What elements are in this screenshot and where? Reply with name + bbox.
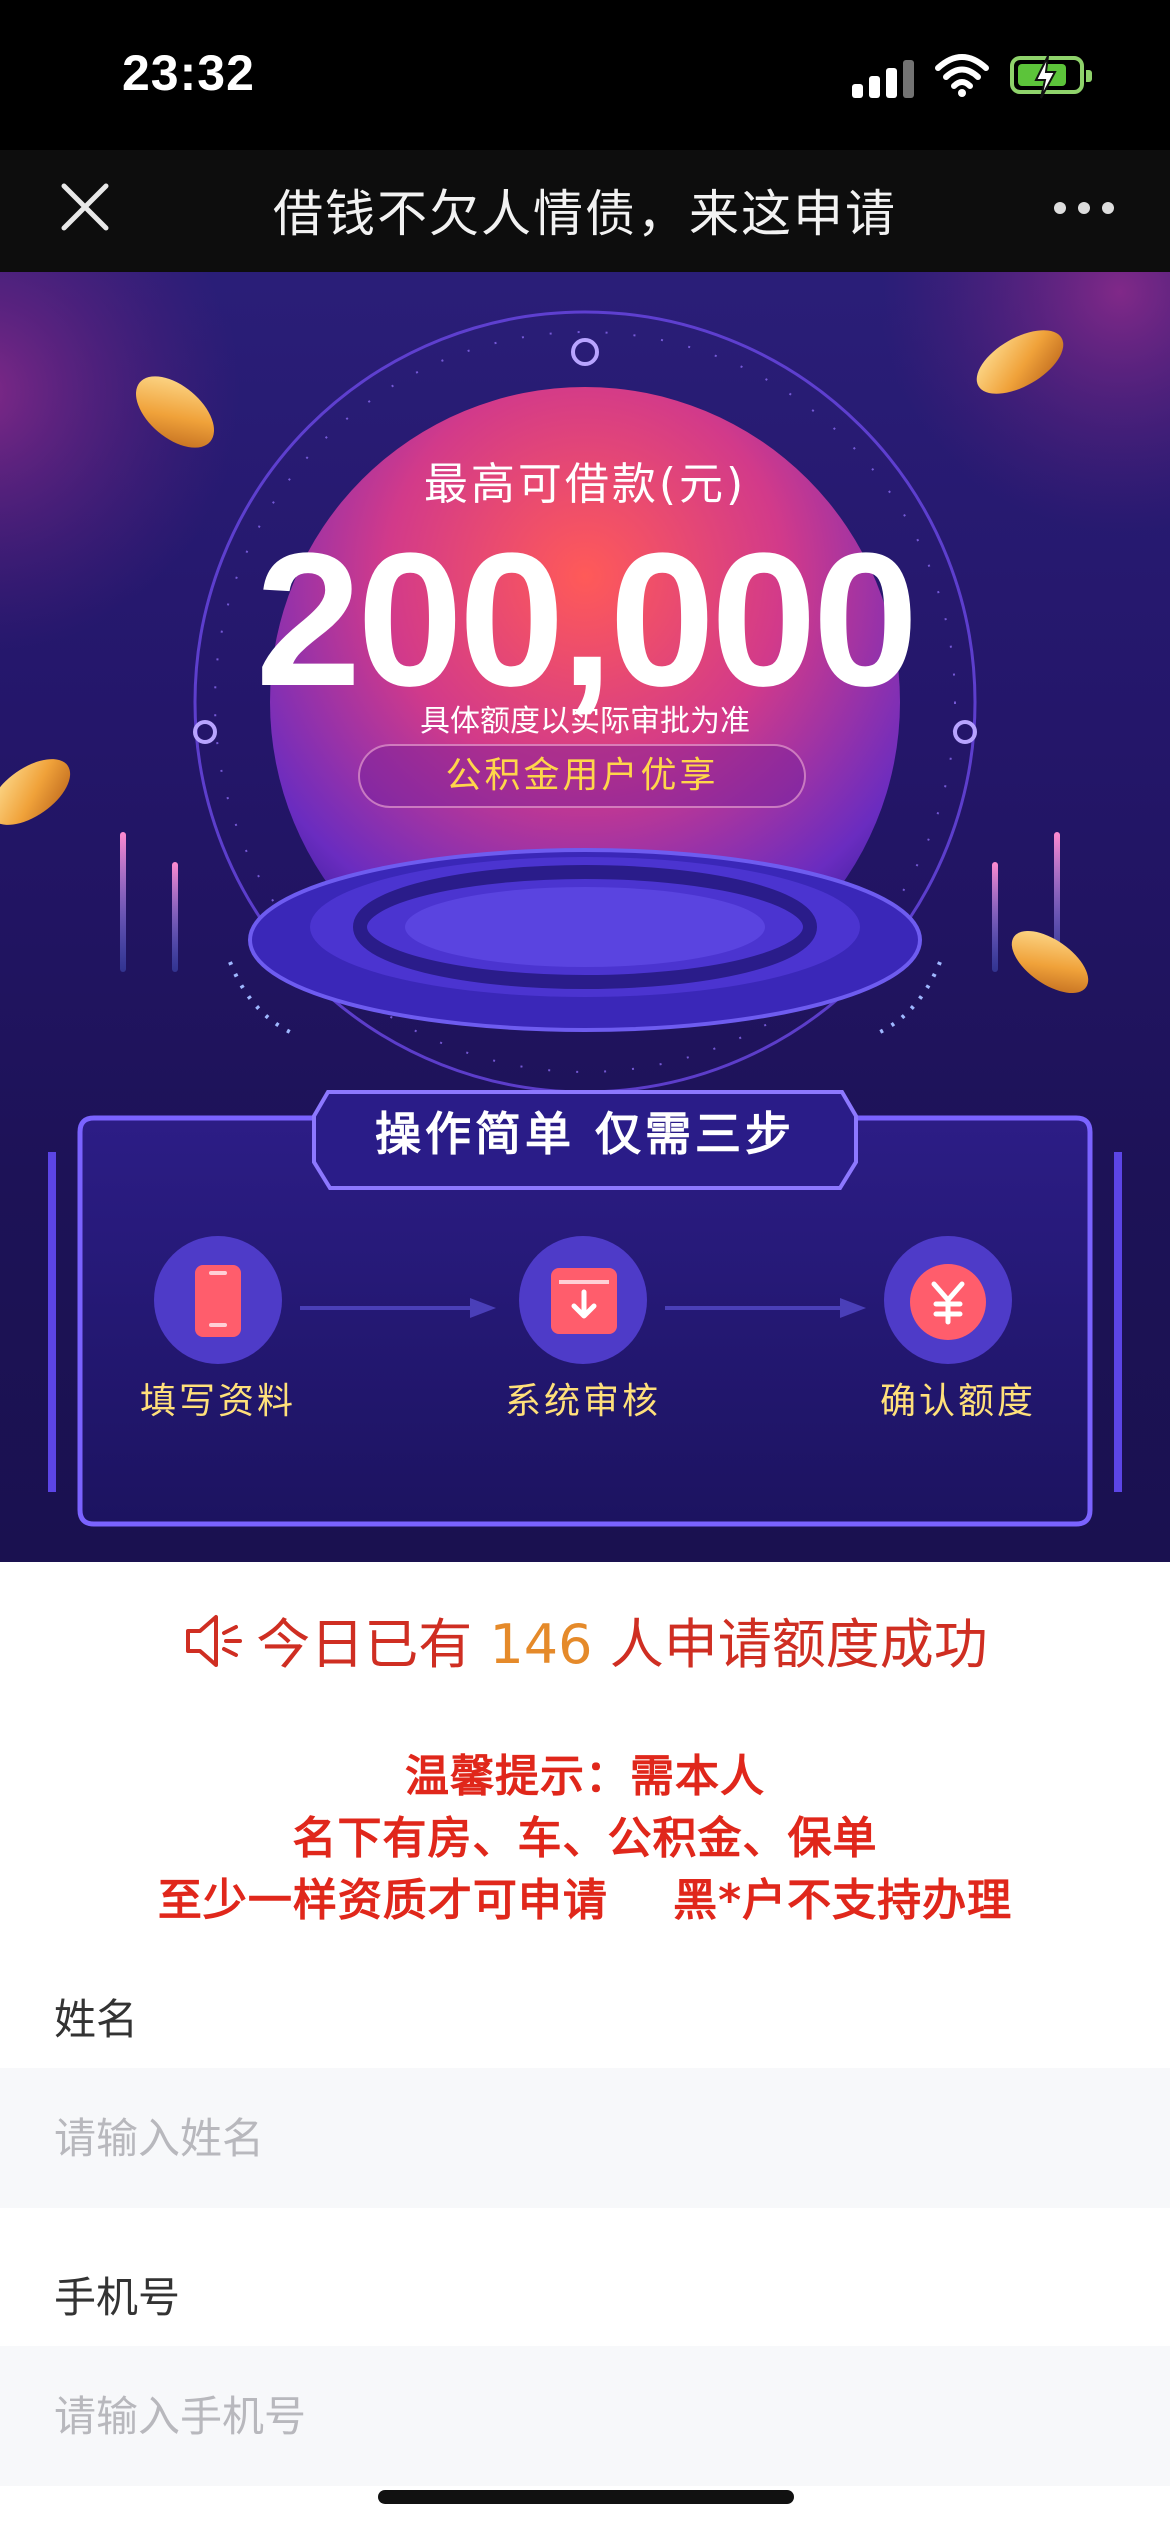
steps-title: 操作简单 仅需三步 [374,1107,795,1161]
step-label-fill-info: 填写资料 [139,1381,296,1422]
fund-user-badge: 公积金用户优享 [358,744,806,808]
nav-bar: 借钱不欠人情债，来这申请 [0,150,1170,272]
phone-input[interactable] [0,2346,1170,2486]
tip-line-2: 名下有房、车、公积金、保单 [292,1813,878,1864]
phone-label: 手机号 [54,2273,181,2322]
step-label-review: 系统审核 [504,1381,661,1422]
yen-icon [908,1262,988,1342]
download-box-icon [549,1266,619,1336]
ticker-suffix: 人申请额度成功 [592,1613,988,1676]
tip-line-1: 温馨提示：需本人 [405,1751,765,1802]
cellular-signal-icon [852,58,916,98]
step-label-confirm: 确认额度 [879,1381,1036,1422]
more-icon[interactable] [1054,202,1114,216]
max-loan-label: 最高可借款(元) [423,459,747,510]
amount-note: 具体额度以实际审批为准 [420,704,750,739]
name-input[interactable] [0,2068,1170,2208]
max-loan-amount: 200,000 [255,514,919,726]
ticker-count: 146 [489,1613,593,1676]
promo-banner: 最高可借款(元) 200,000 具体额度以实际审批为准 公积金用户优享 操作简… [0,272,1170,1562]
wifi-icon [934,52,990,98]
page-title: 借钱不欠人情债，来这申请 [273,185,897,243]
ticker-prefix: 今日已有 [256,1613,490,1676]
status-bar: 23:32 [0,0,1170,150]
status-time: 23:32 [122,45,255,101]
home-indicator[interactable] [378,2490,794,2504]
speaker-icon [182,1613,243,1669]
name-label: 姓名 [54,1995,139,2044]
battery-charging-icon [1010,55,1092,99]
phone-icon [193,1263,243,1339]
tip-line-3: 至少一样资质才可申请 黑*户不支持办理 [157,1875,1013,1926]
success-ticker: 今日已有 146 人申请额度成功 [0,1600,1170,1690]
